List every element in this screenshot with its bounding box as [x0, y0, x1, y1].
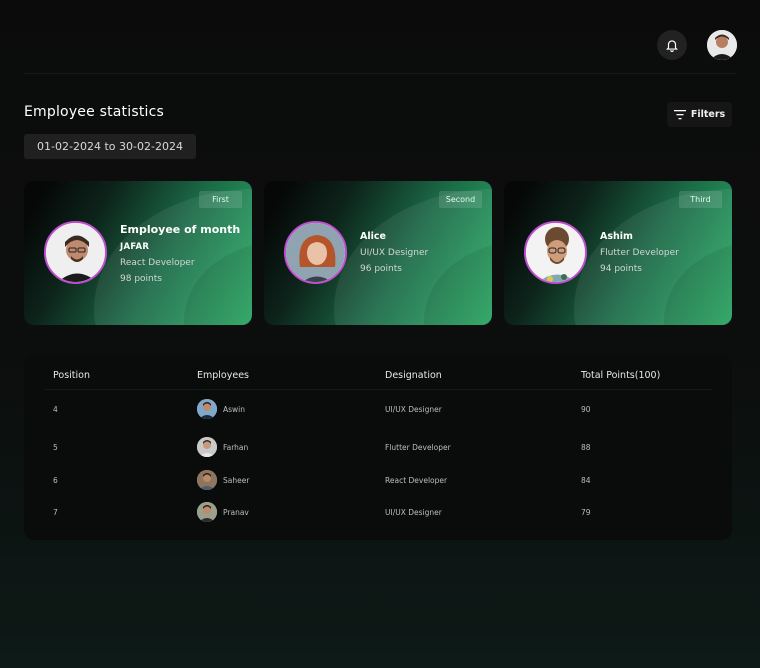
rank-badge: First: [199, 191, 242, 208]
rank-badge: Second: [439, 191, 482, 208]
rankings-table: Position Employees Designation Total Poi…: [24, 355, 732, 540]
employee-photo: [284, 221, 347, 284]
table-header: Position Employees Designation Total Poi…: [24, 355, 732, 389]
cell-designation: UI/UX Designer: [385, 404, 442, 414]
cell-designation: Flutter Developer: [385, 442, 451, 452]
cell-designation: React Developer: [385, 475, 448, 485]
cell-points: 79: [581, 507, 591, 517]
bell-icon: [665, 40, 679, 52]
employee-role: UI/UX Designer: [360, 248, 429, 258]
header-designation: Designation: [385, 370, 442, 381]
employee-photo: [44, 221, 107, 284]
date-range[interactable]: 01-02-2024 to 30-02-2024: [24, 134, 196, 159]
cell-points: 88: [581, 442, 591, 452]
employee-points: 98 points: [120, 274, 162, 284]
card-heading: Employee of month: [120, 223, 241, 236]
cell-position: 4: [53, 404, 58, 414]
rank-badge: Third: [679, 191, 722, 208]
cell-employee-name: Aswin: [223, 404, 246, 414]
header-position: Position: [53, 370, 90, 381]
employee-avatar: [197, 470, 217, 490]
employee-name: Alice: [360, 231, 386, 242]
employee-avatar: [197, 399, 217, 419]
filter-icon: [673, 109, 686, 119]
cell-points: 84: [581, 475, 591, 485]
cell-employee-name: Saheer: [223, 475, 250, 485]
top-employee-card-third[interactable]: Third Ashim Flutter Developer 94 points: [504, 181, 732, 325]
table-row[interactable]: 6 Saheer React Developer 84: [24, 469, 732, 491]
employee-points: 94 points: [600, 264, 642, 274]
user-avatar[interactable]: [707, 30, 737, 60]
cell-employee-name: Pranav: [223, 507, 249, 517]
filters-label: Filters: [690, 109, 726, 120]
employee-role: React Developer: [120, 258, 195, 268]
employee-name: Ashim: [600, 231, 633, 242]
employee-name: JAFAR: [120, 242, 150, 252]
cell-position: 5: [53, 442, 58, 452]
top-bar: [24, 0, 737, 74]
cell-position: 6: [53, 475, 58, 485]
table-row[interactable]: 5 Farhan Flutter Developer 88: [24, 436, 732, 458]
filters-button[interactable]: Filters: [667, 102, 732, 127]
cell-position: 7: [53, 507, 58, 517]
employee-avatar: [197, 437, 217, 457]
header-total-points: Total Points(100): [581, 370, 661, 381]
table-row[interactable]: 4 Aswin UI/UX Designer 90: [24, 398, 732, 420]
page-title: Employee statistics: [24, 104, 164, 120]
top-employee-card-second[interactable]: Second Alice UI/UX Designer 96 points: [264, 181, 492, 325]
employee-avatar: [197, 502, 217, 522]
employee-points: 96 points: [360, 264, 402, 274]
employee-role: Flutter Developer: [600, 248, 679, 258]
notification-button[interactable]: [657, 30, 687, 60]
cell-employee-name: Farhan: [223, 442, 249, 452]
header-employees: Employees: [197, 370, 249, 381]
table-row[interactable]: 7 Pranav UI/UX Designer 79: [24, 501, 732, 523]
cell-points: 90: [581, 404, 591, 414]
employee-photo: [524, 221, 587, 284]
top-employee-card-first[interactable]: First Employee of month JAFAR React Deve…: [24, 181, 252, 325]
cell-designation: UI/UX Designer: [385, 507, 442, 517]
